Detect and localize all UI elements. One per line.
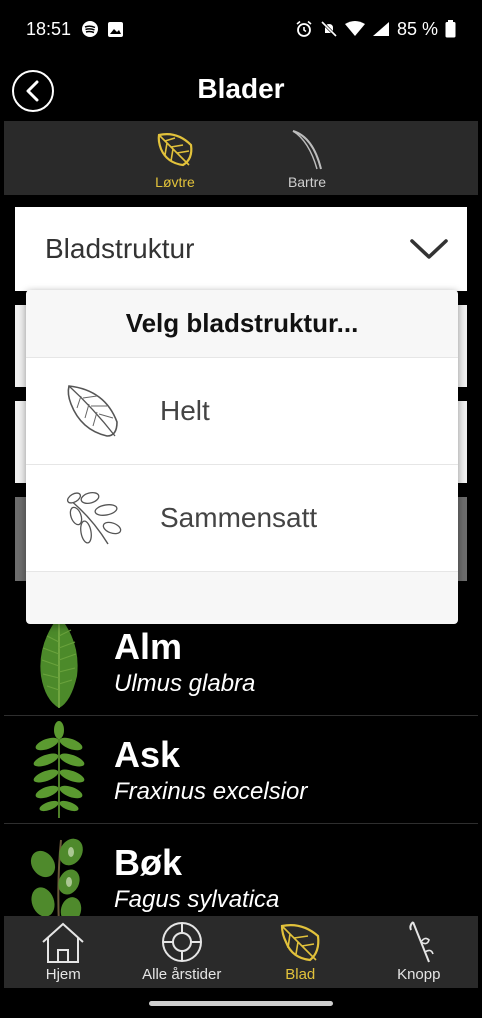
bottom-navigation: Hjem Alle årstider Blad Knopp bbox=[4, 916, 478, 988]
leaf-structure-dropdown: Velg bladstruktur... Helt Sammensatt bbox=[26, 290, 458, 624]
app-header: Blader bbox=[0, 58, 482, 120]
species-latin-name: Ulmus glabra bbox=[114, 669, 256, 697]
wifi-icon bbox=[344, 21, 365, 36]
species-latin-name: Fagus sylvatica bbox=[114, 885, 280, 913]
list-item[interactable]: Alm Ulmus glabra bbox=[4, 608, 478, 716]
list-item[interactable]: Ask Fraxinus excelsior bbox=[4, 716, 478, 824]
nav-blad[interactable]: Blad bbox=[245, 916, 355, 988]
beech-leaves-image bbox=[30, 838, 83, 926]
signal-icon bbox=[372, 22, 389, 36]
chevron-down-icon bbox=[410, 239, 448, 259]
species-common-name: Alm bbox=[114, 625, 183, 667]
nav-alle-arstider-label: Alle årstider bbox=[142, 966, 222, 983]
alarm-icon bbox=[296, 20, 312, 37]
leaf-structure-select[interactable]: Bladstruktur bbox=[15, 207, 467, 291]
species-latin-name: Fraxinus excelsior bbox=[114, 777, 308, 805]
tab-lovtre-label: Løvtre bbox=[155, 174, 195, 190]
species-common-name: Bøk bbox=[114, 841, 183, 883]
tab-bartre[interactable]: Bartre bbox=[272, 127, 342, 195]
nav-alle-arstider[interactable]: Alle årstider bbox=[127, 916, 237, 988]
dropdown-footer bbox=[26, 572, 458, 624]
elm-leaf-image bbox=[40, 615, 78, 708]
option-sammensatt[interactable]: Sammensatt bbox=[26, 465, 458, 572]
alm-leaf-thumbnail bbox=[4, 608, 114, 715]
compound-leaf-icon bbox=[66, 491, 122, 545]
dropdown-title: Velg bladstruktur... bbox=[26, 290, 458, 358]
option-helt-label: Helt bbox=[160, 395, 210, 426]
tab-bartre-label: Bartre bbox=[287, 174, 327, 190]
tab-lovtre[interactable]: Løvtre bbox=[140, 127, 210, 195]
leaf-structure-label: Bladstruktur bbox=[45, 233, 195, 264]
nav-knopp[interactable]: Knopp bbox=[364, 916, 474, 988]
chevron-left-icon bbox=[26, 80, 39, 102]
image-icon bbox=[108, 21, 124, 37]
nav-blad-label: Blad bbox=[285, 966, 316, 983]
gesture-bar bbox=[0, 988, 482, 1018]
tree-type-tabs: Løvtre Bartre bbox=[4, 121, 478, 195]
leaf-icon bbox=[281, 924, 320, 962]
bok-leaf-thumbnail bbox=[4, 824, 114, 931]
bud-twig-icon bbox=[409, 921, 434, 963]
option-helt[interactable]: Helt bbox=[26, 358, 458, 465]
spotify-icon bbox=[82, 21, 99, 37]
home-icon bbox=[42, 922, 84, 963]
mute-icon bbox=[320, 20, 338, 38]
deciduous-leaf-icon bbox=[157, 133, 193, 167]
nav-hjem[interactable]: Hjem bbox=[8, 916, 118, 988]
seasons-wheel-icon bbox=[161, 922, 202, 962]
back-button[interactable] bbox=[12, 70, 54, 112]
page-title: Blader bbox=[197, 73, 285, 104]
home-gesture-handle[interactable] bbox=[149, 1000, 333, 1006]
nav-knopp-label: Knopp bbox=[397, 966, 441, 983]
simple-leaf-icon bbox=[67, 385, 118, 437]
option-sammensatt-label: Sammensatt bbox=[160, 502, 318, 533]
battery-percent: 85 % bbox=[396, 18, 438, 39]
status-bar: 18:51 85 % bbox=[0, 0, 482, 58]
species-common-name: Ask bbox=[114, 733, 181, 775]
battery-icon bbox=[445, 20, 456, 38]
species-list: Alm Ulmus glabra Ask Fraxinus excelsior … bbox=[4, 608, 478, 932]
conifer-needle-icon bbox=[292, 130, 322, 170]
ash-leaf-image bbox=[33, 720, 85, 818]
nav-hjem-label: Hjem bbox=[45, 966, 81, 983]
ask-leaf-thumbnail bbox=[4, 716, 114, 823]
status-time: 18:51 bbox=[26, 18, 72, 39]
